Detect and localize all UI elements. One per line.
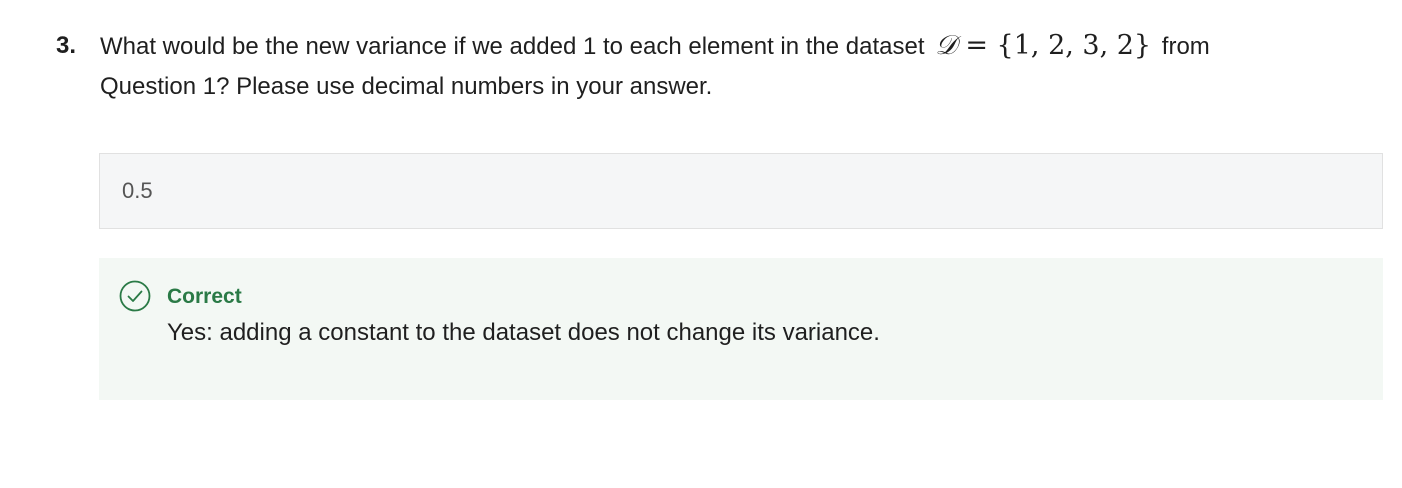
answer-value: 0.5	[122, 178, 153, 203]
question: 3. What would be the new variance if we …	[56, 26, 1356, 107]
dataset-symbol: 𝒟	[935, 30, 957, 61]
dataset-values: = {1, 2, 3, 2}	[965, 30, 1152, 61]
feedback-message: Yes: adding a constant to the dataset do…	[167, 319, 880, 346]
question-text: What would be the new variance if we add…	[100, 26, 1290, 107]
feedback-status: Correct	[167, 285, 242, 308]
dataset-formula: 𝒟 = {1, 2, 3, 2}	[931, 30, 1155, 61]
answer-input[interactable]: 0.5	[99, 153, 1383, 229]
check-circle-icon	[119, 280, 151, 312]
question-text-before: What would be the new variance if we add…	[100, 33, 925, 60]
question-number: 3.	[56, 32, 77, 59]
feedback-panel: Correct Yes: adding a constant to the da…	[99, 258, 1383, 400]
